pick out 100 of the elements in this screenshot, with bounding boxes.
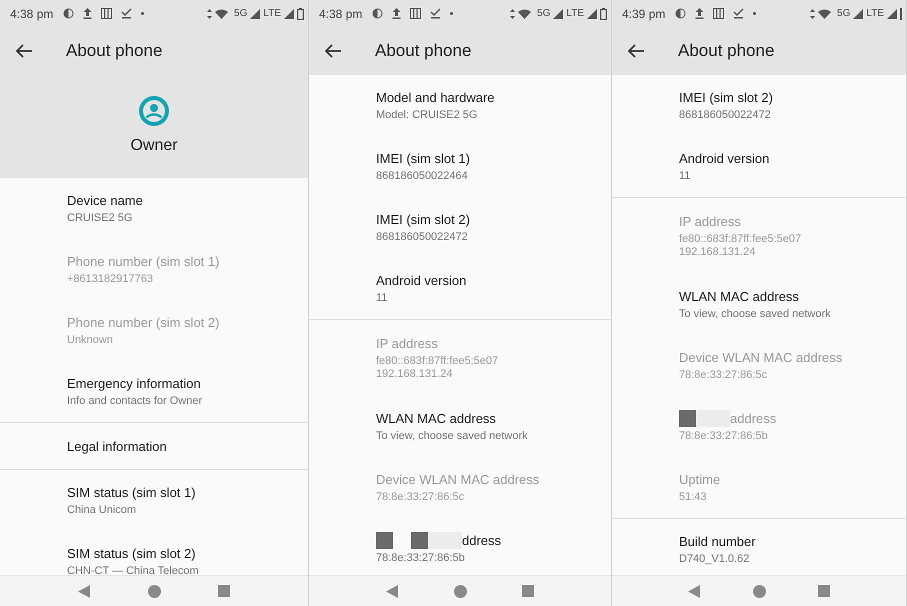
sd-card-icon bbox=[101, 8, 112, 19]
item-summary: Model: CRUISE2 5G bbox=[376, 109, 478, 122]
network-label: 5G bbox=[537, 7, 550, 21]
home-icon[interactable] bbox=[753, 584, 766, 598]
settings-item[interactable]: SIM status (sim slot 1) China Unicom bbox=[0, 470, 308, 531]
item-summary: 868186050022472 bbox=[679, 109, 772, 122]
circle-icon bbox=[63, 8, 74, 19]
back-arrow-icon[interactable] bbox=[325, 44, 341, 58]
item-title: IMEI (sim slot 2) bbox=[376, 211, 470, 228]
settings-item[interactable]: ddress 78:8e:33:27:86:5b bbox=[309, 518, 611, 575]
wifi-icon bbox=[518, 8, 532, 18]
recents-icon[interactable] bbox=[522, 585, 534, 597]
item-summary: To view, choose saved network bbox=[376, 430, 529, 443]
signal-icon bbox=[853, 8, 864, 18]
item-summary: 11 bbox=[679, 170, 692, 183]
item-title: IP address bbox=[376, 335, 438, 352]
settings-item[interactable]: WLAN MAC address To view, choose saved network bbox=[612, 274, 906, 335]
back-arrow-icon[interactable] bbox=[16, 44, 32, 58]
item-summary: China Unicom bbox=[67, 504, 138, 517]
recents-icon[interactable] bbox=[218, 585, 230, 597]
item-title: Uptime bbox=[679, 471, 720, 488]
settings-item[interactable]: Device name CRUISE2 5G bbox=[0, 178, 308, 239]
upload-icon bbox=[695, 8, 704, 19]
upload-icon bbox=[83, 8, 92, 19]
sd-card-icon bbox=[410, 8, 422, 19]
item-title: SIM status (sim slot 2) bbox=[67, 545, 196, 562]
network-label: 5G bbox=[234, 7, 248, 21]
item-summary: 192.168.131.24 bbox=[376, 368, 454, 381]
item-title: Android version bbox=[679, 150, 770, 167]
item-summary: 868186050022464 bbox=[376, 170, 469, 183]
item-summary: +8613182917763 bbox=[67, 273, 154, 286]
item-summary: 868186050022472 bbox=[376, 231, 469, 244]
item-summary: Unknown bbox=[67, 334, 114, 347]
back-icon[interactable] bbox=[386, 584, 400, 598]
settings-item[interactable]: Emergency information Info and contacts for Owner bbox=[0, 361, 308, 422]
status-time: 4:39 pm bbox=[622, 6, 666, 22]
item-title: Legal information bbox=[67, 438, 167, 454]
item-summary: 78:8e:33:27:86:5c bbox=[376, 491, 466, 504]
item-summary: D740_V1.0.62 bbox=[679, 553, 750, 566]
signal-icon bbox=[250, 8, 260, 18]
item-title: WLAN MAC address bbox=[679, 288, 799, 305]
item-title: ddress bbox=[462, 532, 502, 549]
data-arrows-icon bbox=[207, 8, 212, 18]
item-summary: 78:8e:33:27:86:5b bbox=[679, 430, 769, 443]
back-icon[interactable] bbox=[688, 584, 701, 598]
settings-item[interactable]: Build number D740_V1.0.62 bbox=[612, 519, 906, 575]
item-title: Device WLAN MAC address bbox=[376, 471, 540, 488]
settings-item[interactable]: Android version 11 bbox=[612, 136, 906, 197]
home-icon[interactable] bbox=[148, 584, 161, 598]
settings-item[interactable]: SIM status (sim slot 2) CHN-CT — China Telecom bbox=[0, 531, 308, 575]
signal-icon bbox=[284, 8, 294, 18]
back-icon[interactable] bbox=[78, 584, 92, 598]
account-circle-icon[interactable] bbox=[139, 96, 169, 126]
item-summary: 192.168.131.24 bbox=[679, 246, 756, 259]
item-summary: 11 bbox=[376, 292, 388, 305]
data-arrows-icon bbox=[510, 8, 516, 18]
settings-item[interactable]: WLAN MAC address To view, choose saved network bbox=[309, 396, 611, 457]
item-summary: To view, choose saved network bbox=[679, 308, 832, 321]
item-summary: 78:8e:33:27:86:5c bbox=[679, 369, 768, 382]
home-icon[interactable] bbox=[454, 584, 467, 598]
settings-item[interactable]: IMEI (sim slot 2) 868186050022472 bbox=[309, 197, 611, 258]
item-title: Android version bbox=[376, 272, 466, 289]
item-title: Phone number (sim slot 2) bbox=[67, 314, 220, 331]
signal-icon bbox=[887, 8, 897, 18]
network-label: 5G bbox=[837, 7, 850, 21]
circle-icon bbox=[372, 8, 384, 19]
app-bar-title: About phone bbox=[375, 40, 472, 62]
item-title: IMEI (sim slot 2) bbox=[679, 89, 773, 106]
network-label: LTE bbox=[866, 7, 884, 21]
item-summary: fe80::683f:87ff:fee5:5e07 bbox=[376, 355, 500, 368]
network-label: LTE bbox=[566, 7, 584, 21]
item-summary: CRUISE2 5G bbox=[67, 212, 134, 225]
item-title: IMEI (sim slot 1) bbox=[376, 150, 470, 167]
redaction-block bbox=[376, 532, 393, 549]
signal-icon bbox=[553, 8, 564, 18]
dot-icon bbox=[450, 12, 454, 15]
status-time: 4:38 pm bbox=[10, 6, 54, 22]
item-title: Build number bbox=[679, 533, 756, 550]
item-title: Emergency information bbox=[67, 375, 201, 392]
settings-item[interactable]: IMEI (sim slot 2) 868186050022472 bbox=[612, 75, 906, 136]
settings-item[interactable]: IMEI (sim slot 1) 868186050022464 bbox=[309, 136, 611, 197]
wifi-icon bbox=[818, 8, 832, 18]
settings-item[interactable]: Model and hardware Model: CRUISE2 5G bbox=[309, 75, 611, 136]
owner-name: Owner bbox=[130, 136, 178, 156]
item-title: WLAN MAC address bbox=[376, 410, 496, 427]
dot-icon bbox=[141, 12, 144, 15]
settings-item[interactable]: Legal information bbox=[0, 423, 308, 469]
app-bar-title: About phone bbox=[66, 40, 162, 62]
signal-icon bbox=[587, 8, 597, 18]
network-label: LTE bbox=[263, 7, 281, 21]
item-summary: CHN-CT — China Telecom bbox=[67, 565, 200, 575]
download-done-icon bbox=[430, 8, 442, 19]
download-done-icon bbox=[121, 8, 132, 19]
wifi-icon bbox=[215, 8, 228, 18]
back-arrow-icon[interactable] bbox=[628, 44, 644, 58]
item-title: Phone number (sim slot 1) bbox=[67, 253, 220, 270]
item-title: Device WLAN MAC address bbox=[679, 349, 842, 366]
settings-item[interactable]: Android version 11 bbox=[309, 258, 611, 319]
item-summary: 51:43 bbox=[679, 491, 708, 504]
data-arrows-icon bbox=[810, 8, 816, 18]
